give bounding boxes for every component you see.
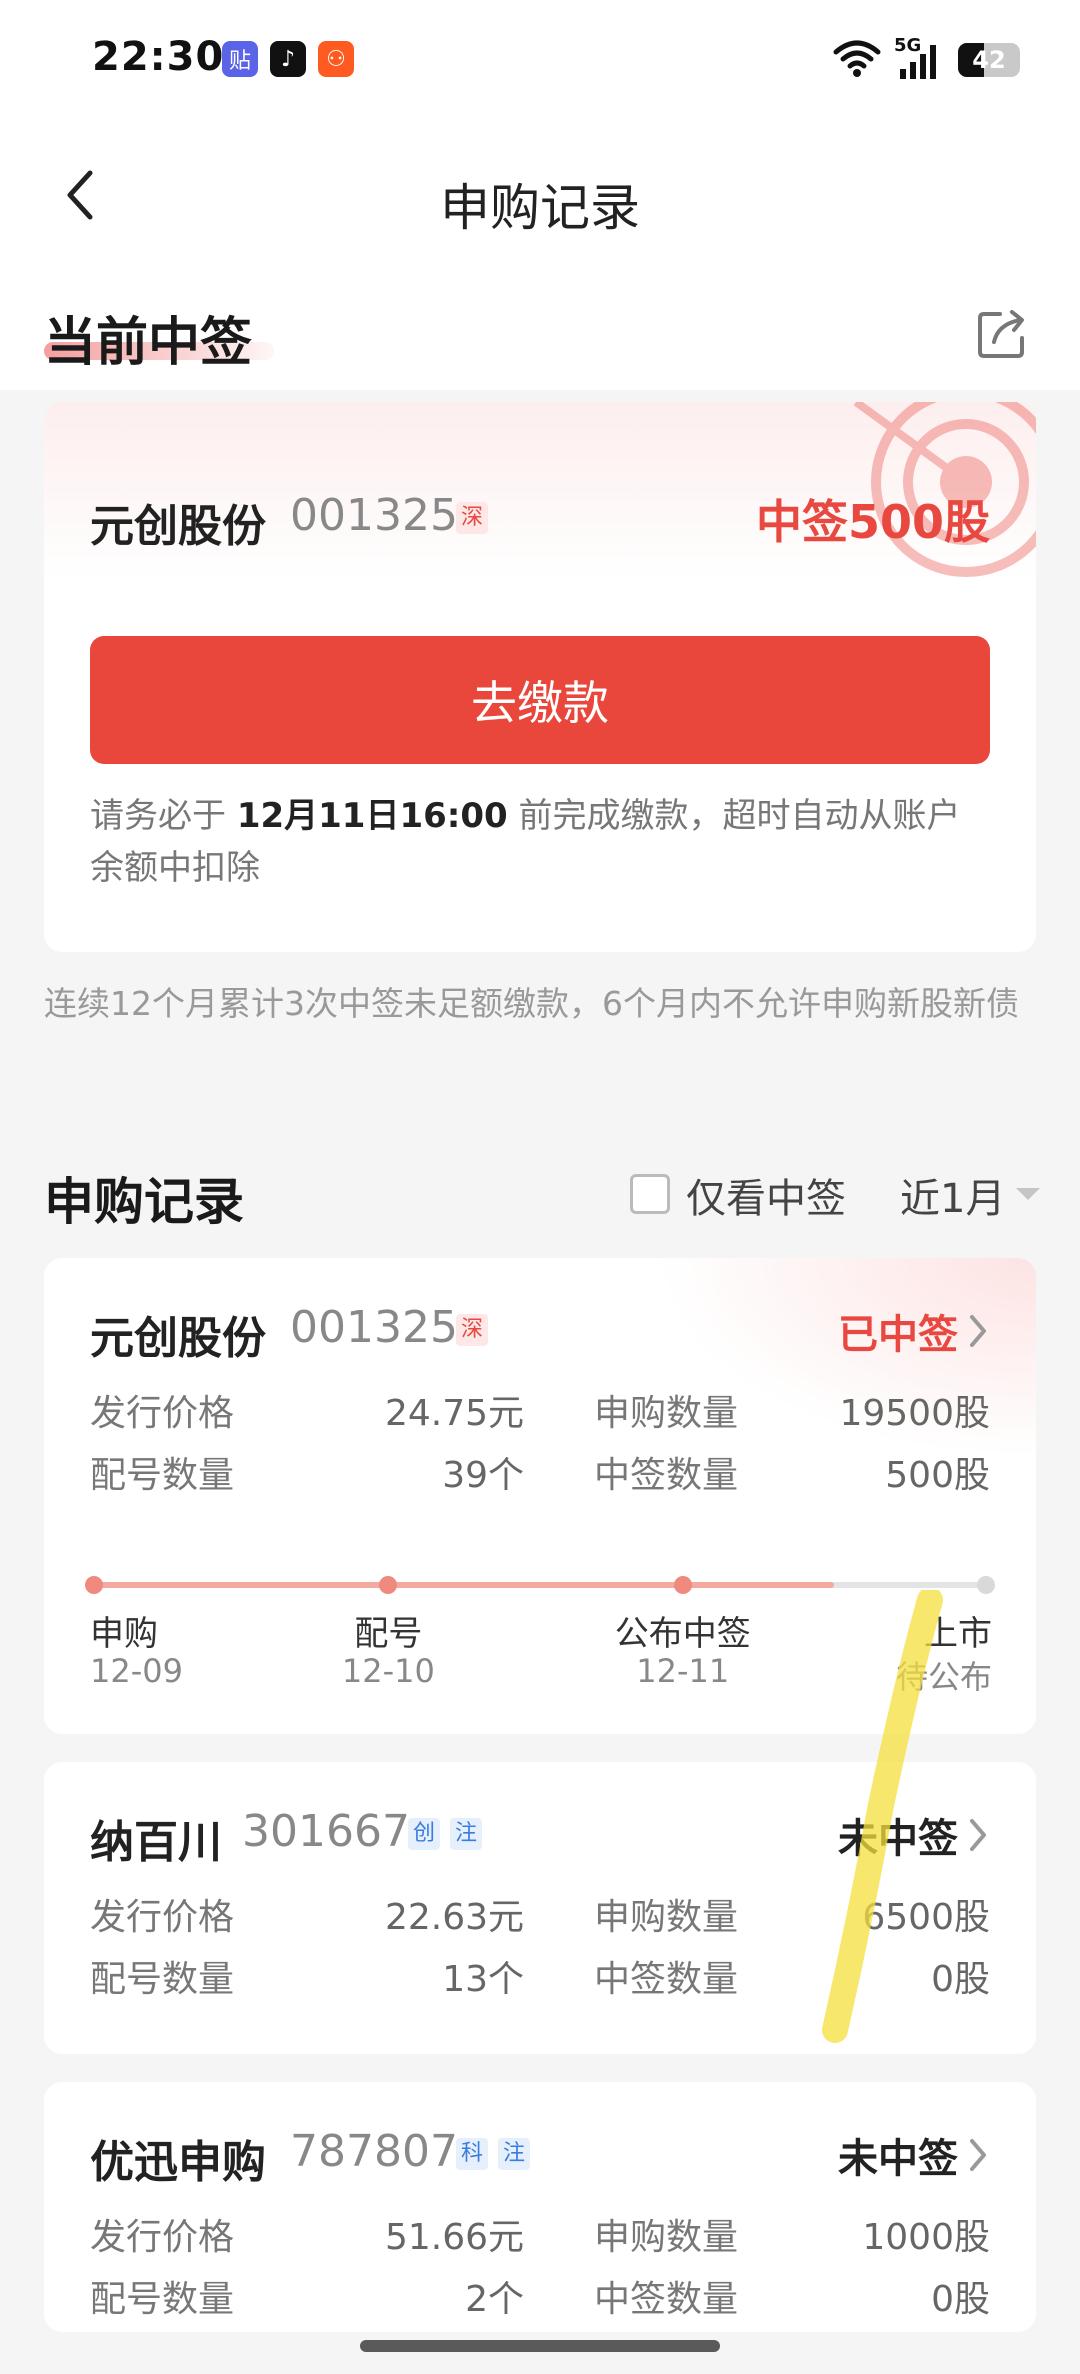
page: 22:30 贴 ♪ ⚇ 5G 42 申购记录 当前中签 元创股份 001325 … <box>0 0 1080 2374</box>
period-dropdown[interactable]: 近1月 <box>900 1166 1005 1224</box>
status-text: 未中签 <box>838 2136 958 2182</box>
issue-price-label: 发行价格 <box>90 1897 235 1938</box>
battery-level: 42 <box>972 46 1006 74</box>
match-qty-label: 配号数量 <box>90 2279 235 2320</box>
subscribe-qty-label: 申购数量 <box>594 2217 739 2258</box>
subscribe-qty-value: 6500股 <box>862 1897 990 1938</box>
pay-deadline-note: 请务必于 12月11日16:00 前完成缴款，超时自动从账户余额中扣除 <box>90 790 990 894</box>
issue-price-value: 22.63元 <box>384 1897 524 1938</box>
only-won-checkbox[interactable] <box>630 1174 670 1214</box>
market-tag: 深 <box>456 1314 489 1346</box>
record-status[interactable]: 已中签 <box>838 1302 990 1360</box>
subscribe-qty-label: 申购数量 <box>594 1393 739 1434</box>
tieba-app-icon: 贴 <box>222 41 258 77</box>
progress-step-date: 12-11 <box>636 1652 730 1690</box>
registration-tag: 注 <box>498 2138 531 2170</box>
record-stock-name: 纳百川 <box>90 1817 222 1868</box>
status-text: 已中签 <box>838 1312 958 1358</box>
record-status[interactable]: 未中签 <box>838 2126 990 2184</box>
stock-code: 001325 <box>290 490 458 541</box>
won-qty-value: 500股 <box>885 1455 990 1496</box>
progress-step-label: 申购 <box>90 1614 158 1654</box>
payment-warning: 连续12个月累计3次中签未足额缴款，6个月内不允许申购新股新债 <box>44 984 1019 1023</box>
progress-timeline: 申购 12-09 配号 12-10 公布中签 12-11 上市待公布 <box>85 1570 995 1696</box>
record-tags: 创 注 <box>408 1818 483 1850</box>
record-tags: 深 <box>456 1314 489 1346</box>
share-icon <box>978 310 1024 358</box>
match-qty-value: 2个 <box>465 2279 524 2320</box>
top-bar: 申购记录 <box>0 120 1080 270</box>
note-deadline: 12月11日16:00 <box>236 796 508 836</box>
records-title: 申购记录 <box>44 1173 244 1231</box>
issue-price-label: 发行价格 <box>90 1393 235 1434</box>
pay-button[interactable]: 去缴款 <box>90 636 990 764</box>
match-qty-label: 配号数量 <box>90 1455 235 1496</box>
stock-name: 元创股份 <box>90 501 266 552</box>
chevron-right-icon <box>970 1819 986 1851</box>
record-stock-code: 001325 <box>290 1302 458 1353</box>
progress-step-dot <box>85 1576 103 1594</box>
hit-amount: 中签500股 <box>755 495 990 549</box>
progress-step-date: 12-10 <box>341 1652 435 1690</box>
only-won-label[interactable]: 仅看中签 <box>686 1166 846 1224</box>
douyin-app-icon: ♪ <box>270 41 306 77</box>
progress-step-dot <box>379 1576 398 1594</box>
match-qty-value: 39个 <box>442 1455 524 1496</box>
issue-price-value: 51.66元 <box>384 2217 524 2258</box>
record-status[interactable]: 未中签 <box>838 1806 990 1864</box>
kuaishou-app-icon: ⚇ <box>318 41 354 77</box>
battery-icon: 42 <box>958 43 1020 77</box>
won-qty-label: 中签数量 <box>594 1959 739 2000</box>
chevron-right-icon <box>970 2139 986 2171</box>
record-stock-name: 优迅申购 <box>90 2137 266 2188</box>
record-card[interactable]: 优迅申购 787807 科 注 未中签 发行价格 51.66元 申购数量 100… <box>44 2082 1036 2332</box>
record-tags: 科 注 <box>456 2138 531 2170</box>
share-button[interactable] <box>974 306 1030 362</box>
progress-step-label: 配号 <box>354 1614 423 1654</box>
subscribe-qty-value: 19500股 <box>839 1393 990 1434</box>
progress-step-dot <box>977 1576 995 1594</box>
won-qty-value: 0股 <box>931 1959 990 2000</box>
progress-step-date: 12-09 <box>90 1652 183 1690</box>
current-hit-title: 当前中签 <box>44 313 253 373</box>
issue-price-label: 发行价格 <box>90 2217 235 2258</box>
home-indicator[interactable] <box>360 2340 720 2352</box>
progress-step-label: 上市 <box>924 1614 992 1654</box>
status-bar: 22:30 贴 ♪ ⚇ 5G 42 <box>0 0 1080 120</box>
wifi-icon <box>832 38 882 82</box>
issue-price-value: 24.75元 <box>384 1393 524 1434</box>
note-prefix: 请务必于 <box>90 796 237 836</box>
board-tag: 科 <box>456 2138 489 2170</box>
progress-step-date: 待公布 <box>896 1658 993 1696</box>
record-stock-code: 787807 <box>290 2126 458 2177</box>
subscribe-qty-value: 1000股 <box>862 2217 990 2258</box>
record-stock-code: 301667 <box>242 1806 410 1857</box>
caret-down-icon[interactable] <box>1016 1188 1040 1200</box>
cellular-signal-icon: 5G <box>894 35 946 81</box>
registration-tag: 注 <box>450 1818 483 1850</box>
current-hit-card: 元创股份 001325 深 中签500股 去缴款 请务必于 12月11日16:0… <box>44 402 1036 952</box>
record-stock-name: 元创股份 <box>90 1313 266 1364</box>
record-card[interactable]: 纳百川 301667 创 注 未中签 发行价格 22.63元 申购数量 6500… <box>44 1762 1036 2054</box>
page-title: 申购记录 <box>440 179 640 237</box>
status-right: 5G 42 <box>832 35 1020 82</box>
match-qty-value: 13个 <box>442 1959 524 2000</box>
subscribe-qty-label: 申购数量 <box>594 1897 739 1938</box>
match-qty-label: 配号数量 <box>90 1959 235 2000</box>
won-qty-value: 0股 <box>931 2279 990 2320</box>
record-card[interactable]: 元创股份 001325 深 已中签 发行价格 24.75元 申购数量 19500… <box>44 1258 1036 1734</box>
progress-fill <box>94 1582 835 1588</box>
progress-step-dot <box>673 1576 692 1594</box>
chevron-right-icon <box>970 1315 986 1347</box>
won-qty-label: 中签数量 <box>594 1455 739 1496</box>
board-tag: 创 <box>408 1818 441 1850</box>
won-qty-label: 中签数量 <box>594 2279 739 2320</box>
status-text: 未中签 <box>838 1816 958 1862</box>
market-tag: 深 <box>456 502 489 534</box>
progress-step-label: 公布中签 <box>614 1614 751 1654</box>
status-time: 22:30 <box>92 34 225 80</box>
